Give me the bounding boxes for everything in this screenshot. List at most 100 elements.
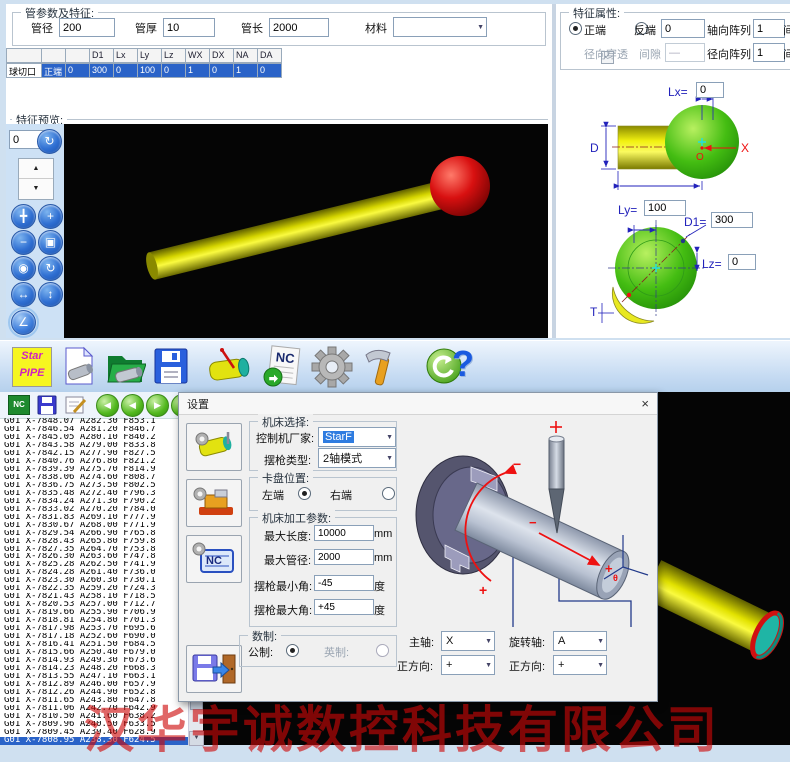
move-view-button[interactable]: ╋ [11,204,36,229]
nc-export-icon[interactable]: NC [262,345,304,389]
gcode-line[interactable]: G01 X-7817.18 A252.60 F690.0 [0,633,188,641]
front-end-radio[interactable] [569,22,582,35]
gcode-line[interactable]: G01 X-7830.67 A268.00 F771.9 [0,522,188,530]
max-diameter-input[interactable] [314,549,374,565]
table-cell[interactable]: 0 [162,63,186,78]
material-combo[interactable]: ▼ [393,17,487,37]
machine-settings-button[interactable] [186,479,242,527]
gcode-line[interactable]: G01 X-7811.65 A243.80 F647.8 [0,697,188,705]
gcode-line[interactable]: G01 X-7817.98 A253.70 F695.6 [0,625,188,633]
gcode-line[interactable]: G01 X-7838.06 A274.60 F808.7 [0,474,188,482]
gcode-line[interactable]: G01 X-7846.54 A281.20 F846.7 [0,426,188,434]
radial-array-input[interactable] [753,43,785,62]
prev-line-button[interactable]: ◀ [121,394,144,417]
gcode-line[interactable]: G01 X-7831.83 A269.10 F777.9 [0,514,188,522]
angle-view-button[interactable]: ∠ [11,310,36,335]
gcode-line[interactable]: G01 X-7840.76 A276.80 F821.2 [0,458,188,466]
gcode-line[interactable]: G01 X-7814.23 A248.20 F668.3 [0,665,188,673]
gcode-line[interactable]: G01 X-7820.53 A257.00 F712.7 [0,601,188,609]
new-file-icon[interactable] [62,346,98,386]
gcode-line[interactable]: G01 X-7843.58 A279.00 F833.8 [0,442,188,450]
gcode-line[interactable]: G01 X-7809.96 A240.50 F633.5 [0,721,188,729]
save-gcode-icon[interactable] [36,394,58,416]
gcode-line[interactable]: G01 X-7829.54 A266.90 F765.8 [0,530,188,538]
gcode-line[interactable]: G01 X-7816.41 A251.50 F684.5 [0,641,188,649]
pipe-diameter-input[interactable] [59,18,115,37]
pipe-thickness-input[interactable] [163,18,215,37]
fit-width-button[interactable]: ↔ [11,282,36,307]
table-cell[interactable]: 0 [114,63,138,78]
table-cell[interactable]: 1 [234,63,258,78]
table-cell[interactable]: 正端 [42,63,66,78]
table-cell[interactable]: 1 [186,63,210,78]
lx-input[interactable] [696,82,724,98]
gun-max-angle-input[interactable] [314,599,374,615]
table-cell[interactable]: 0 [210,63,234,78]
gcode-line[interactable]: G01 X-7812.89 A246.00 F657.9 [0,681,188,689]
gcode-line[interactable]: G01 X-7813.55 A247.10 F663.1 [0,673,188,681]
open-file-icon[interactable] [104,346,146,386]
gcode-line[interactable]: G01 X-7842.15 A277.90 F827.5 [0,450,188,458]
gcode-line[interactable]: G01 X-7818.81 A254.80 F701.3 [0,617,188,625]
preview-viewport[interactable] [64,124,548,338]
zoom-in-button[interactable]: + [38,204,63,229]
table-cell[interactable]: 0 [258,63,282,78]
zoom-out-button[interactable]: − [11,230,36,255]
metric-radio[interactable] [286,644,299,657]
gcode-line[interactable]: G01 X-7826.30 A263.60 F747.8 [0,553,188,561]
gcode-list[interactable]: G01 X-7848.07 A282.30 F853.1G01 X-7846.5… [0,418,188,745]
table-cell[interactable]: 100 [138,63,162,78]
d1-input[interactable] [711,212,753,228]
help-icon[interactable]: ? [452,343,474,385]
pan-button[interactable]: ◉ [11,256,36,281]
rotary-combo[interactable]: A ▼ [553,631,607,651]
gun-min-angle-input[interactable] [314,575,374,591]
feature-table-row[interactable]: 球切口正端0300010001010 [6,63,282,78]
lz-input[interactable] [728,254,756,270]
gcode-line[interactable]: G01 X-7848.07 A282.30 F853.1 [0,418,188,426]
ly-input[interactable] [644,200,686,216]
gcode-line[interactable]: G01 X-7811.06 A242.70 F642.9 [0,705,188,713]
chuck-right-radio[interactable] [382,487,395,500]
max-length-input[interactable] [314,525,374,541]
gcode-line[interactable]: G01 X-7845.05 A280.10 F840.2 [0,434,188,442]
table-cell[interactable]: 0 [66,63,90,78]
table-cell[interactable]: 300 [90,63,114,78]
pipe-settings-button[interactable] [186,423,242,471]
pipe-cut-icon[interactable] [204,346,256,388]
gcode-line[interactable]: G01 X-7823.30 A260.30 F730.1 [0,577,188,585]
gcode-line[interactable]: G01 X-7819.66 A255.90 F706.9 [0,609,188,617]
gcode-line[interactable]: G01 X-7822.35 A259.20 F724.3 [0,585,188,593]
nc-file-icon[interactable]: NC [8,395,30,415]
rotate-view-button[interactable]: ↻ [38,256,63,281]
gcode-line[interactable]: G01 X-7824.28 A261.40 F736.0 [0,569,188,577]
dialog-titlebar[interactable]: 设置 × [179,393,657,415]
stepper-up-button[interactable]: ▲ [19,159,53,179]
gcode-line[interactable]: G01 X-7808.95 A238.30 F624.5 [0,737,188,745]
stepper-down-button[interactable]: ▼ [19,179,53,198]
end-offset-input[interactable] [661,19,705,38]
gcode-line[interactable]: G01 X-7815.66 A250.40 F679.0 [0,649,188,657]
gcode-line[interactable]: G01 X-7833.02 A270.20 F784.0 [0,506,188,514]
save-exit-button[interactable] [186,645,242,693]
gun-type-combo[interactable]: 2轴模式 ▼ [318,448,396,468]
gcode-line[interactable]: G01 X-7836.75 A273.50 F802.5 [0,482,188,490]
edit-gcode-icon[interactable] [64,394,88,416]
vendor-combo[interactable]: StarF ▼ [318,427,396,447]
next-line-button[interactable]: ▶ [146,394,169,417]
gear-icon[interactable] [310,346,354,388]
spindle-combo[interactable]: X ▼ [441,631,495,651]
gcode-line[interactable]: G01 X-7814.93 A249.30 F673.6 [0,657,188,665]
table-cell[interactable]: 球切口 [6,63,42,78]
gcode-line[interactable]: G01 X-7812.26 A244.90 F652.8 [0,689,188,697]
gcode-line[interactable]: G01 X-7834.24 A271.30 F790.2 [0,498,188,506]
hammer-icon[interactable] [360,345,400,389]
gcode-line[interactable]: G01 X-7825.28 A262.50 F741.9 [0,561,188,569]
nc-settings-button[interactable]: NC [186,535,242,583]
gcode-line[interactable]: G01 X-7827.35 A264.70 F753.8 [0,546,188,554]
axial-array-input[interactable] [753,19,785,38]
angle-stepper[interactable]: ▲ ▼ [18,158,54,200]
pipe-length-input[interactable] [269,18,329,37]
chuck-left-radio[interactable] [298,487,311,500]
save-icon[interactable] [152,346,190,386]
